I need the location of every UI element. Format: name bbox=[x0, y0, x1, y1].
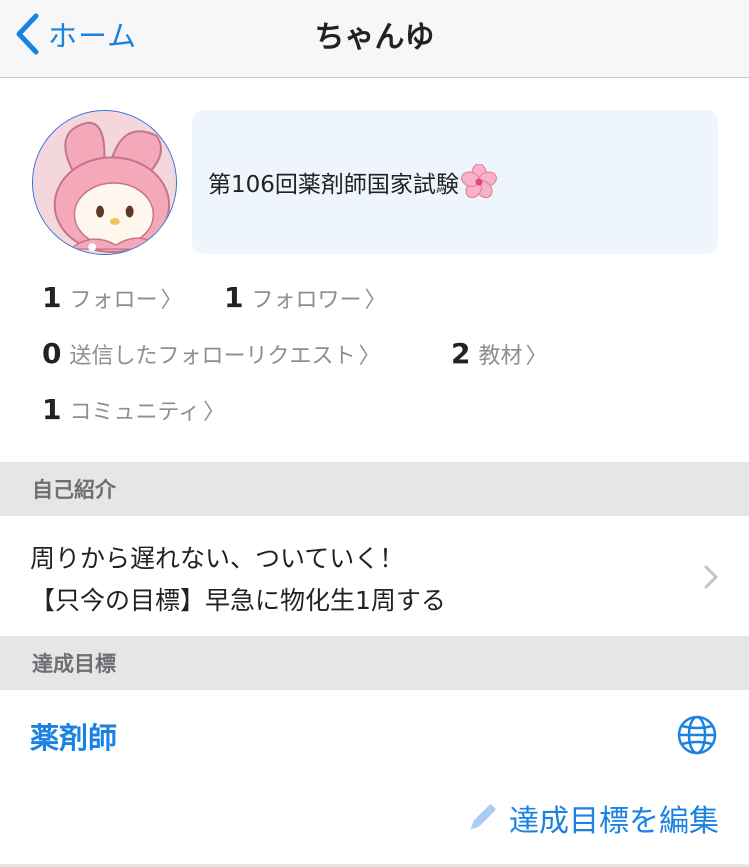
sakura-icon bbox=[461, 164, 497, 199]
intro-section-header: 自己紹介 bbox=[0, 462, 749, 516]
goal-section-title: 達成目標 bbox=[32, 652, 116, 676]
chevron-right-icon: 〉 bbox=[160, 288, 183, 313]
follow-count: 1 bbox=[42, 281, 62, 314]
edit-goal-button[interactable]: 達成目標を編集 bbox=[465, 796, 719, 840]
globe-icon[interactable] bbox=[675, 713, 719, 757]
follow-request-count: 0 bbox=[42, 337, 62, 370]
goal-section-header: 達成目標 bbox=[0, 636, 749, 690]
bio-box: 第106回薬剤師国家試験 bbox=[192, 110, 718, 254]
intro-line: 【只今の目標】早急に物化生1周する bbox=[30, 586, 446, 615]
materials-stat[interactable]: 2 教材 〉 bbox=[451, 337, 548, 370]
avatar[interactable] bbox=[32, 110, 177, 255]
edit-goal-label: 達成目標を編集 bbox=[509, 804, 719, 839]
follow-label: フォロー bbox=[69, 288, 158, 313]
follower-stat[interactable]: 1 フォロワー 〉 bbox=[224, 281, 387, 314]
community-stat[interactable]: 1 コミュニティ 〉 bbox=[42, 393, 225, 426]
intro-row[interactable]: 周りから遅れない、ついていく！ 【只今の目標】早急に物化生1周する bbox=[0, 516, 749, 636]
nav-bar: ホーム ちゃんゆ bbox=[0, 0, 749, 78]
community-label: コミュニティ bbox=[69, 400, 201, 425]
goal-title[interactable]: 薬剤師 bbox=[30, 715, 117, 757]
follow-stat[interactable]: 1 フォロー 〉 bbox=[42, 281, 183, 314]
chevron-right-icon: 〉 bbox=[203, 400, 226, 425]
follower-count: 1 bbox=[224, 281, 244, 314]
community-count: 1 bbox=[42, 393, 62, 426]
intro-text: 周りから遅れない、ついていく！ 【只今の目標】早急に物化生1周する bbox=[30, 538, 446, 622]
materials-label: 教材 bbox=[478, 344, 523, 369]
pencil-icon bbox=[470, 804, 496, 830]
intro-section-title: 自己紹介 bbox=[32, 478, 116, 502]
chevron-right-icon: 〉 bbox=[525, 344, 548, 369]
chevron-right-icon: 〉 bbox=[358, 344, 381, 369]
follower-label: フォロワー bbox=[251, 288, 362, 313]
materials-count: 2 bbox=[451, 337, 471, 370]
chevron-right-icon bbox=[704, 565, 718, 589]
follow-request-stat[interactable]: 0 送信したフォローリクエスト 〉 bbox=[42, 337, 381, 370]
follow-request-label: 送信したフォローリクエスト bbox=[69, 344, 356, 369]
avatar-image bbox=[33, 111, 176, 254]
chevron-right-icon: 〉 bbox=[364, 288, 387, 313]
page-title: ちゃんゆ bbox=[314, 20, 435, 55]
intro-line: 周りから遅れない、ついていく！ bbox=[30, 544, 405, 573]
bio-text: 第106回薬剤師国家試験 bbox=[208, 172, 459, 198]
